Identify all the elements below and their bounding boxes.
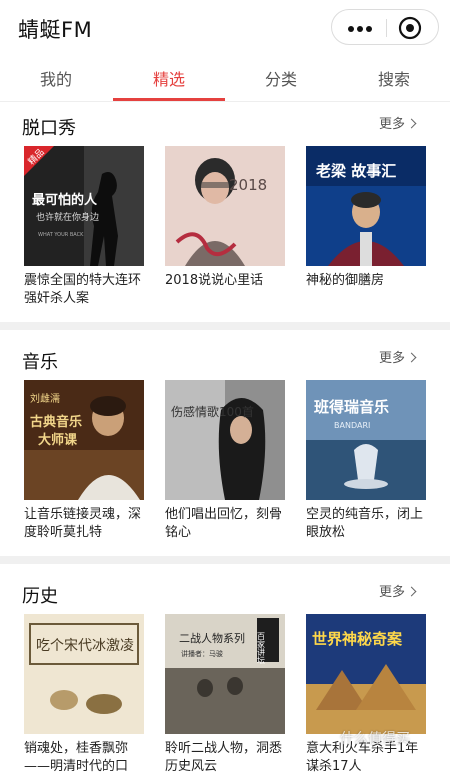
svg-text:2018: 2018 xyxy=(229,176,267,194)
svg-text:吃个宋代冰激凌: 吃个宋代冰激凌 xyxy=(36,637,134,654)
svg-text:讲播者：马骏: 讲播者：马骏 xyxy=(181,649,223,658)
program-cover: 精品 最可怕的人 也许就在你身边 WHAT YOUR BACK xyxy=(24,146,144,266)
program-cover: 2018 xyxy=(165,146,285,266)
svg-text:WHAT YOUR BACK: WHAT YOUR BACK xyxy=(38,232,84,238)
more-link[interactable]: 更多 xyxy=(379,581,417,600)
svg-text:BANDARI: BANDARI xyxy=(334,421,370,430)
svg-text:刘雌濡: 刘雌濡 xyxy=(30,392,60,405)
section-divider xyxy=(0,556,450,564)
section-talk-show: 脱口秀 更多 精品 最可怕的人 也许就在你身边 WHAT YOUR BACK 震… xyxy=(0,102,450,322)
section-title: 历史 xyxy=(22,586,58,607)
chevron-right-icon xyxy=(406,586,417,597)
svg-text:大师课: 大师课 xyxy=(38,432,78,448)
program-cover: 老梁 故事汇 xyxy=(306,146,426,266)
svg-text:老梁 故事汇: 老梁 故事汇 xyxy=(315,162,396,180)
program-cover: 刘雌濡 古典音乐 大师课 xyxy=(24,380,144,500)
program-title: 空灵的纯音乐，闭上眼放松 xyxy=(306,507,424,540)
svg-text:最可怕的人: 最可怕的人 xyxy=(32,192,98,208)
program-cover: 伤感情歌100首 xyxy=(165,380,285,500)
program-cover: 吃个宋代冰激凌 xyxy=(24,614,144,734)
section-title: 音乐 xyxy=(22,352,58,373)
section-title: 脱口秀 xyxy=(22,118,76,139)
app-title: 蜻蜓FM xyxy=(18,18,93,42)
svg-text:二战人物系列: 二战人物系列 xyxy=(179,631,245,645)
chevron-right-icon xyxy=(406,118,417,129)
active-tab-indicator xyxy=(113,98,225,101)
watermark: 什么值得买 xyxy=(340,731,410,747)
program-title: 他们唱出回忆，刻骨铭心 xyxy=(165,507,283,540)
tab-bar: 我的 精选 分类 搜索 xyxy=(0,58,450,102)
program-cover: 二战人物系列 讲播者：马骏 百家讲坛 xyxy=(165,614,285,734)
program-cover: 班得瑞音乐 BANDARI xyxy=(306,380,426,500)
chevron-right-icon xyxy=(406,352,417,363)
program-title: 销魂处，桂香飘弥——明清时代的口 xyxy=(24,741,129,774)
more-link[interactable]: 更多 xyxy=(379,113,417,132)
section-music: 音乐 更多 刘雌濡 古典音乐 大师课 让音乐链接灵魂，深度聆听莫扎特 伤感情歌1… xyxy=(0,336,450,558)
svg-text:古典音乐: 古典音乐 xyxy=(30,414,82,430)
tab-search[interactable]: 搜索 xyxy=(338,66,450,90)
more-link[interactable]: 更多 xyxy=(379,347,417,366)
svg-text:世界神秘奇案: 世界神秘奇案 xyxy=(312,630,403,648)
svg-text:百家讲坛: 百家讲坛 xyxy=(257,632,266,665)
mini-program-capsule xyxy=(331,9,439,45)
capsule-separator xyxy=(386,19,387,37)
program-title: 震惊全国的特大连环强奸杀人案 xyxy=(24,273,142,306)
svg-text:伤感情歌100首: 伤感情歌100首 xyxy=(171,404,254,419)
program-cover: 世界神秘奇案 xyxy=(306,614,426,734)
tab-category[interactable]: 分类 xyxy=(225,66,337,90)
section-divider xyxy=(0,322,450,330)
tab-mine[interactable]: 我的 xyxy=(0,66,112,90)
program-title: 聆听二战人物，洞悉历史风云 xyxy=(165,741,283,774)
program-title: 2018说说心里话 xyxy=(165,273,264,288)
program-title: 让音乐链接灵魂，深度聆听莫扎特 xyxy=(24,507,142,540)
title-bar: 蜻蜓FM xyxy=(0,0,450,58)
close-target-icon[interactable] xyxy=(398,16,422,40)
more-dots-icon[interactable] xyxy=(348,26,372,32)
svg-text:班得瑞音乐: 班得瑞音乐 xyxy=(314,398,389,416)
tab-featured[interactable]: 精选 xyxy=(113,66,225,90)
program-title: 神秘的御膳房 xyxy=(306,273,385,288)
svg-text:也许就在你身边: 也许就在你身边 xyxy=(36,211,99,223)
